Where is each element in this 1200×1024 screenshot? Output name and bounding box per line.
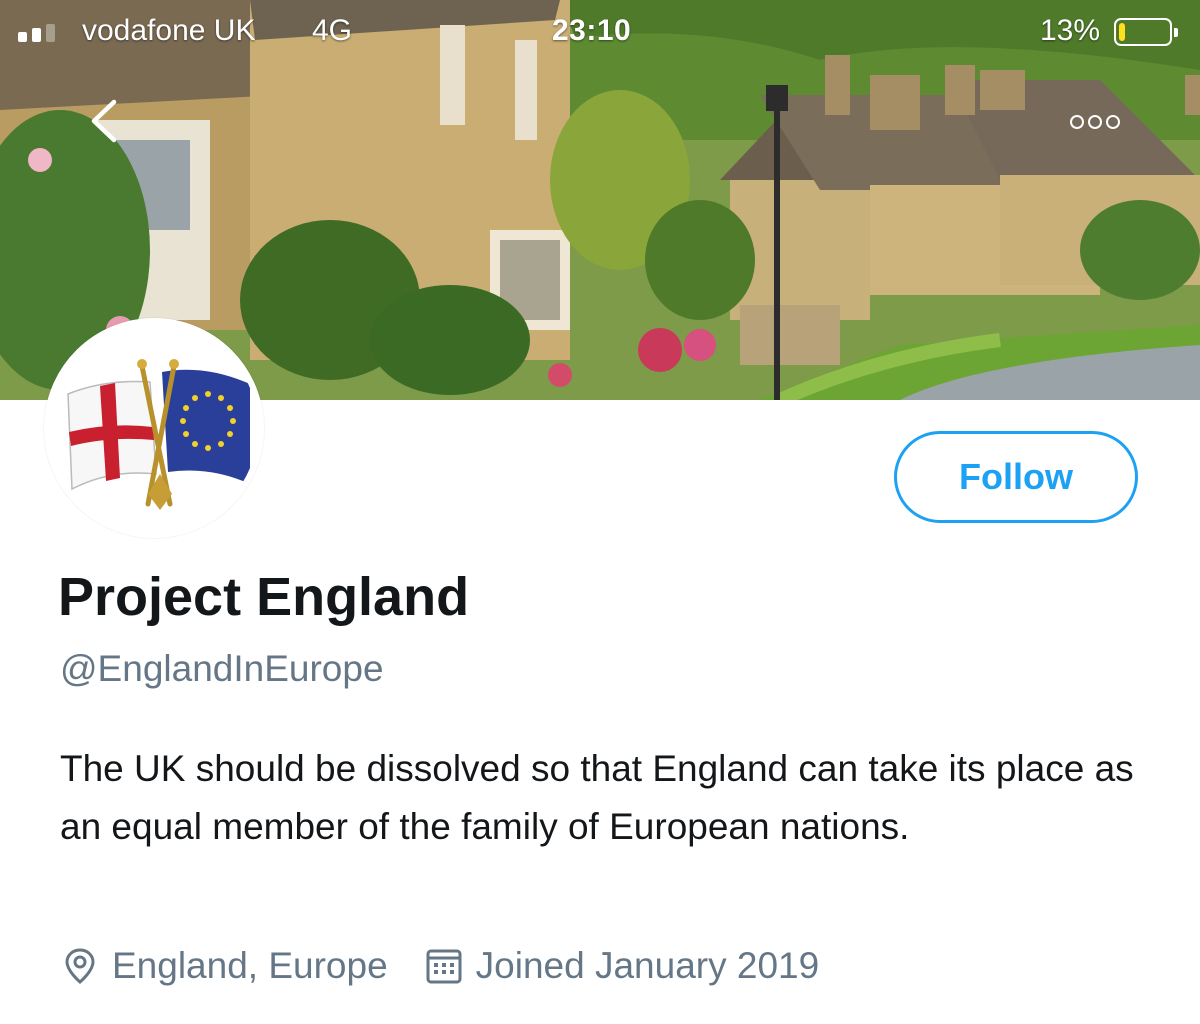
signal-strength-icon xyxy=(18,24,55,42)
profile-meta: England, Europe Joined January 2019 xyxy=(60,940,819,992)
battery-icon xyxy=(1114,18,1178,46)
status-time: 23:10 xyxy=(552,14,632,47)
profile-join-date: Joined January 2019 xyxy=(475,945,820,986)
battery-level-fill xyxy=(1119,23,1125,41)
calendar-icon xyxy=(426,949,462,984)
chevron-left-icon xyxy=(91,99,117,143)
more-options-button[interactable] xyxy=(1062,104,1128,140)
avatar[interactable] xyxy=(44,318,264,538)
profile-location: England, Europe xyxy=(112,945,388,986)
carrier-name: vodafone UK xyxy=(82,14,256,47)
follow-button[interactable]: Follow xyxy=(894,431,1138,523)
location-pin-icon xyxy=(65,948,95,984)
back-button[interactable] xyxy=(80,96,130,146)
profile-display-name: Project England xyxy=(58,567,470,627)
profile-handle: @EnglandInEurope xyxy=(60,648,384,689)
england-eu-crossed-flags-icon xyxy=(50,324,258,532)
profile-bio: The UK should be dissolved so that Engla… xyxy=(60,748,1134,847)
follow-button-label: Follow xyxy=(959,456,1073,497)
more-horizontal-icon xyxy=(1070,115,1084,129)
network-type: 4G xyxy=(312,14,353,47)
battery-percentage: 13% xyxy=(1040,14,1101,47)
status-bar: vodafone UK 4G 23:10 13% xyxy=(0,0,1200,62)
